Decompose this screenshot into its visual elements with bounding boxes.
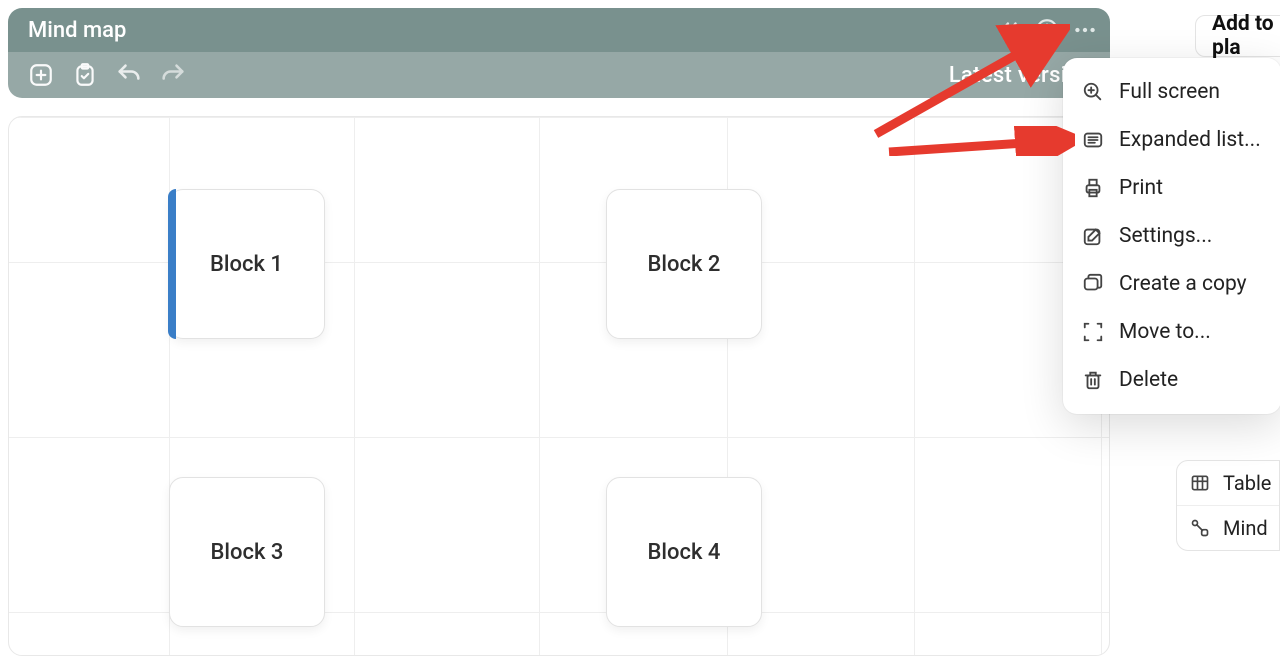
view-switcher: Table Mind (1176, 460, 1280, 551)
menu-item-label: Move to... (1119, 320, 1211, 344)
add-to-plan-label: Add to pla (1212, 12, 1280, 60)
menu-item-label: Delete (1119, 368, 1178, 392)
block-label: Block 4 (648, 540, 721, 565)
toolbar: Latest version (8, 52, 1110, 98)
pencil-square-icon (1081, 224, 1105, 248)
more-menu: Full screen Expanded list... Print Setti… (1063, 58, 1280, 414)
undo-icon[interactable] (114, 60, 144, 90)
clipboard-icon[interactable] (70, 60, 100, 90)
menu-create-copy[interactable]: Create a copy (1065, 260, 1279, 308)
trash-icon (1081, 368, 1105, 392)
menu-settings[interactable]: Settings... (1065, 212, 1279, 260)
block-label: Block 1 (210, 252, 283, 277)
menu-delete[interactable]: Delete (1065, 356, 1279, 404)
list-icon (1081, 128, 1105, 152)
more-icon[interactable] (1072, 17, 1098, 43)
menu-item-label: Expanded list... (1119, 128, 1261, 152)
menu-expanded-list[interactable]: Expanded list... (1065, 116, 1279, 164)
table-icon (1189, 472, 1211, 494)
mindmap-block[interactable]: Block 2 (606, 189, 762, 339)
menu-item-label: Settings... (1119, 224, 1212, 248)
mindmap-block[interactable]: Block 4 (606, 477, 762, 627)
printer-icon (1081, 176, 1105, 200)
add-icon[interactable] (26, 60, 56, 90)
menu-full-screen[interactable]: Full screen (1065, 68, 1279, 116)
mindmap-block[interactable]: Block 3 (169, 477, 325, 627)
clock-icon[interactable] (1034, 17, 1060, 43)
titlebar: Mind map (8, 8, 1110, 52)
menu-item-label: Create a copy (1119, 272, 1247, 296)
block-label: Block 2 (648, 252, 721, 277)
mind-icon (1189, 517, 1211, 539)
page-title: Mind map (28, 18, 996, 43)
add-to-plan-button[interactable]: Add to pla (1195, 15, 1280, 57)
view-option-label: Table (1223, 471, 1271, 495)
move-icon (1081, 320, 1105, 344)
mindmap-block[interactable]: Block 1 (169, 189, 325, 339)
magnify-plus-icon (1081, 80, 1105, 104)
view-option-mind[interactable]: Mind (1177, 506, 1279, 550)
redo-icon[interactable] (158, 60, 188, 90)
copy-window-icon (1081, 272, 1105, 296)
mindmap-canvas[interactable]: Block 1 Block 2 Block 3 Block 4 (8, 116, 1110, 656)
menu-item-label: Print (1119, 176, 1163, 200)
menu-print[interactable]: Print (1065, 164, 1279, 212)
view-option-table[interactable]: Table (1177, 461, 1279, 506)
menu-item-label: Full screen (1119, 80, 1220, 104)
menu-move-to[interactable]: Move to... (1065, 308, 1279, 356)
view-option-label: Mind (1223, 516, 1268, 540)
collapse-icon[interactable] (996, 17, 1022, 43)
block-label: Block 3 (211, 540, 284, 565)
